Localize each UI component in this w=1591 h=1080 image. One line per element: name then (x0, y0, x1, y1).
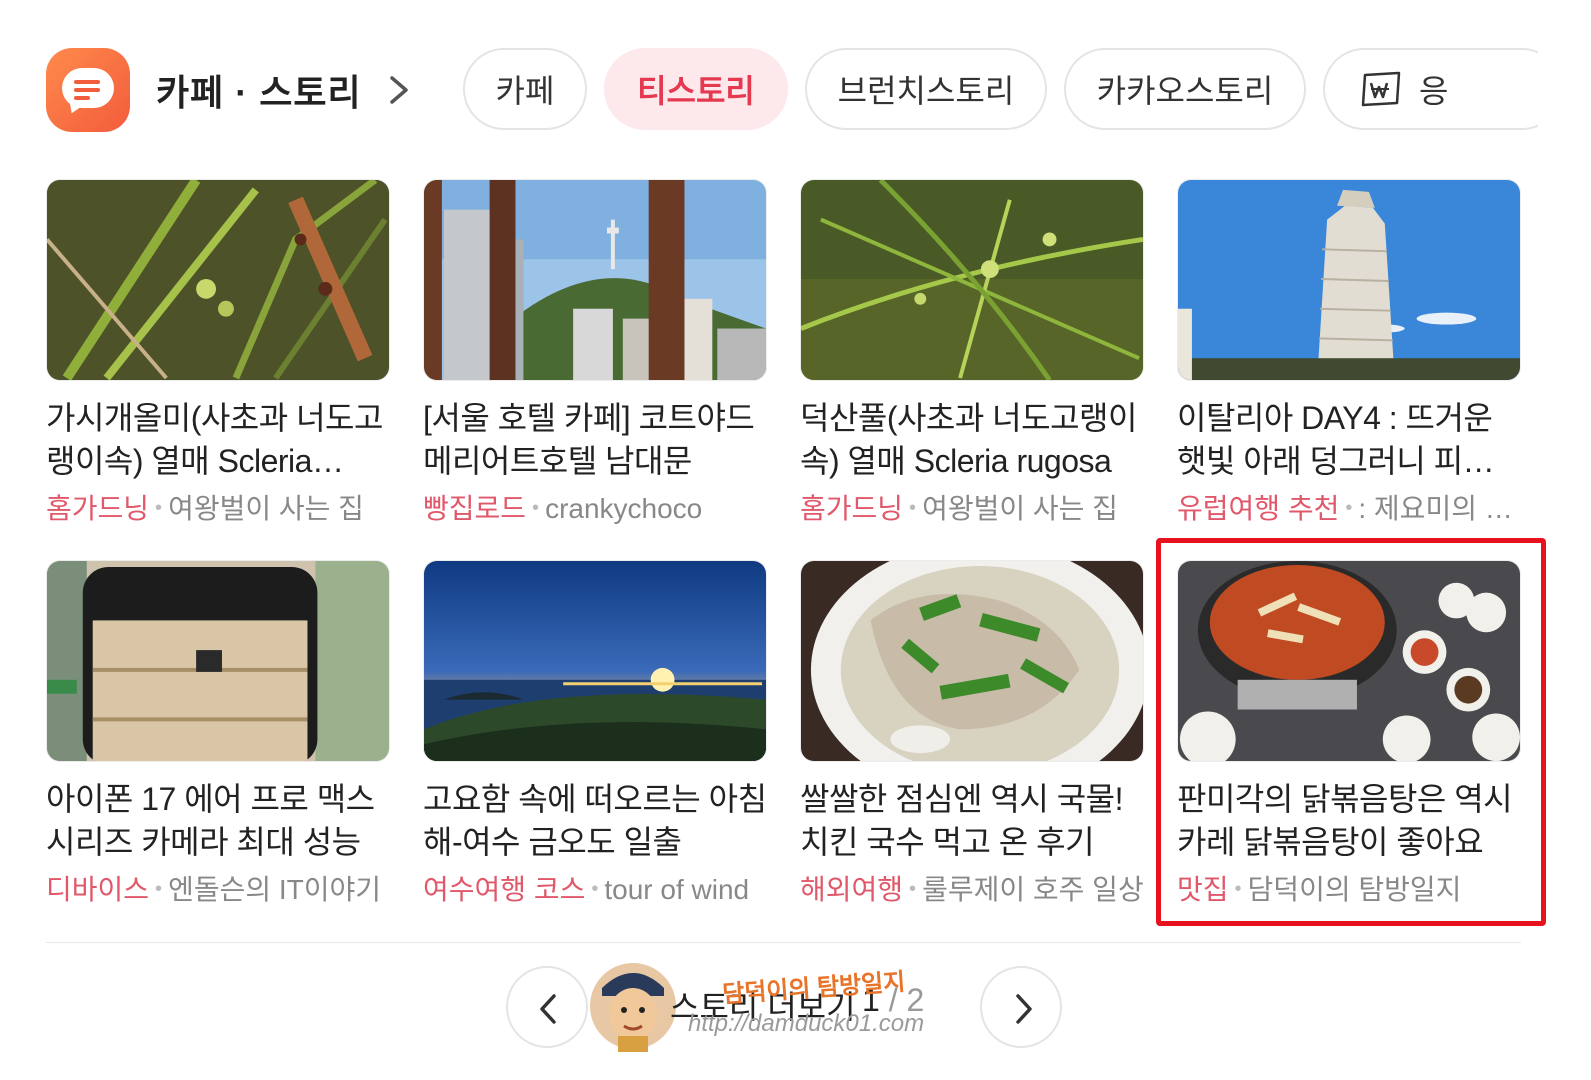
chevron-left-icon (540, 994, 556, 1024)
writing-pad-icon (1361, 71, 1401, 107)
card-title[interactable]: 쌀쌀한 점심엔 역시 국물! 치킨 국수 먹고 온 후기 (800, 778, 1144, 864)
section-title[interactable]: 카페 · 스토리 (156, 64, 362, 116)
tab-brunch-story[interactable]: 브런치스토리 (805, 48, 1047, 130)
card-meta: 홈가드닝 • 여왕벌이 사는 집 (46, 493, 364, 524)
card-source[interactable]: : 제요미의 여행 (1358, 493, 1521, 524)
story-card[interactable]: 가시개올미(사초과 너도고랭이속) 열매 Scleria rugosa 홈가드닝… (46, 179, 390, 527)
tab-kakao-story[interactable]: 카카오스토리 (1064, 48, 1306, 130)
chevron-right-icon[interactable] (384, 72, 414, 108)
card-category[interactable]: 유럽여행 추천 (1177, 493, 1339, 524)
watermark-url: http://damduck01.com (688, 1010, 925, 1037)
card-category[interactable]: 빵집로드 (423, 493, 526, 524)
section-header: 카페 · 스토리 카페 티스토리 브런치스토리 카카오스토리 응 (46, 46, 1546, 132)
tab-tistory[interactable]: 티스토리 (604, 48, 788, 130)
prev-page-button[interactable] (506, 966, 588, 1048)
card-category[interactable]: 해외여행 (800, 874, 903, 905)
card-title[interactable]: 덕산풀(사초과 너도고랭이속) 열매 Scleria rugosa (800, 397, 1144, 483)
tab-cafe[interactable]: 카페 (463, 48, 587, 130)
story-card[interactable]: 고요함 속에 떠오르는 아침 해-여수 금오도 일출 여수여행 코스 • tour … (423, 560, 767, 908)
thumbnail-sunrise-sea[interactable] (423, 560, 767, 762)
card-meta: 해외여행 • 룰루제이 호주 일상 (800, 874, 1144, 905)
thumbnail-green-plant[interactable] (800, 179, 1144, 381)
story-card[interactable]: 이탈리아 DAY4 : 뜨거운 햇빛 아래 덩그러니 피사의 사탑 유럽여행 추… (1177, 179, 1521, 527)
thumbnail-grass-seeds[interactable] (46, 179, 390, 381)
watermark-avatar (590, 963, 676, 1052)
card-meta: 여수여행 코스 • tour of wind (423, 874, 750, 905)
chevron-right-icon (1016, 994, 1032, 1024)
thumbnail-leaning-tower[interactable] (1177, 179, 1521, 381)
card-source[interactable]: 룰루제이 호주 일상 (922, 874, 1144, 905)
tab-bar: 카페 티스토리 브런치스토리 카카오스토리 응 (463, 48, 1538, 132)
card-category[interactable]: 여수여행 코스 (423, 874, 585, 905)
card-category[interactable]: 홈가드닝 (800, 493, 903, 524)
thumbnail-chicken-noodle[interactable] (800, 560, 1144, 762)
highlight-box (1156, 538, 1546, 926)
card-category[interactable]: 홈가드닝 (46, 493, 149, 524)
card-meta: 디바이스 • 엔돌슨의 IT이야기 (46, 874, 382, 905)
card-title[interactable]: [서울 호텔 카페] 코트야드 메리어트호텔 남대문 (423, 397, 767, 483)
story-card[interactable]: 아이폰 17 에어 프로 맥스 시리즈 카메라 최대 성능 디바이스 • 엔돌슨의 … (46, 560, 390, 908)
thumbnail-city-view[interactable] (423, 179, 767, 381)
story-card[interactable]: 덕산풀(사초과 너도고랭이속) 열매 Scleria rugosa 홈가드닝 • 여… (800, 179, 1144, 527)
card-title[interactable]: 가시개올미(사초과 너도고랭이속) 열매 Scleria rugosa (46, 397, 390, 483)
story-card[interactable]: 쌀쌀한 점심엔 역시 국물! 치킨 국수 먹고 온 후기 해외여행 • 룰루제이 호… (800, 560, 1144, 908)
card-source[interactable]: crankychoco (545, 493, 702, 524)
next-page-button[interactable] (980, 966, 1062, 1048)
card-title[interactable]: 이탈리아 DAY4 : 뜨거운 햇빛 아래 덩그러니 피사의 사탑 (1177, 397, 1521, 483)
card-meta: 빵집로드 • crankychoco (423, 493, 703, 524)
card-source[interactable]: tour of wind (604, 874, 749, 905)
card-source[interactable]: 엔돌슨의 IT이야기 (168, 874, 381, 905)
card-title[interactable]: 아이폰 17 에어 프로 맥스 시리즈 카메라 최대 성능 (46, 778, 390, 864)
thumbnail-phone-store[interactable] (46, 560, 390, 762)
card-title[interactable]: 고요함 속에 떠오르는 아침 해-여수 금오도 일출 (423, 778, 767, 864)
card-meta: 홈가드닝 • 여왕벌이 사는 집 (800, 493, 1118, 524)
card-source[interactable]: 여왕벌이 사는 집 (168, 493, 364, 524)
card-source[interactable]: 여왕벌이 사는 집 (922, 493, 1118, 524)
card-category[interactable]: 디바이스 (46, 874, 149, 905)
tab-extra[interactable]: 응 (1323, 48, 1538, 130)
card-meta: 유럽여행 추천 •: 제요미의 여행 (1177, 487, 1521, 527)
divider (46, 942, 1521, 943)
chat-bubble-icon (46, 48, 130, 132)
story-card[interactable]: [서울 호텔 카페] 코트야드 메리어트호텔 남대문 빵집로드 • crankych… (423, 179, 767, 527)
